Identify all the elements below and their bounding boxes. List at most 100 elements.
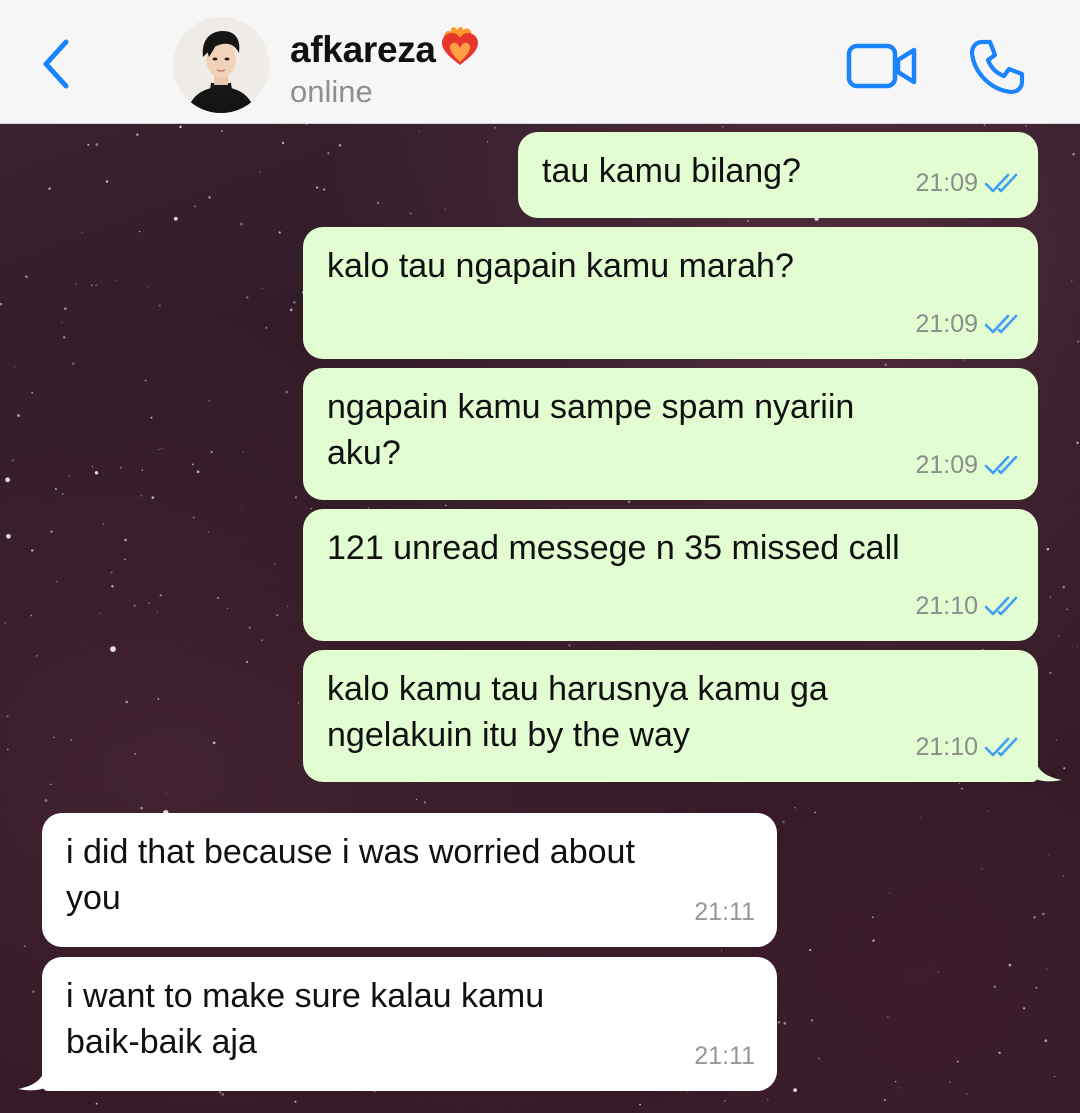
star: [196, 470, 200, 474]
star: [240, 222, 243, 226]
message-meta: 21:10: [915, 724, 1024, 770]
contact-status: online: [290, 74, 373, 109]
message-meta: 21:09: [915, 301, 1024, 347]
message-time: 21:09: [915, 169, 978, 197]
star: [185, 639, 187, 641]
star: [494, 126, 497, 129]
star: [240, 509, 242, 511]
message-bubble-outgoing[interactable]: 121 unread messege n 35 missed call 21:1…: [303, 509, 1038, 641]
star: [133, 752, 137, 756]
star: [151, 496, 155, 499]
message-time: 21:11: [694, 898, 755, 926]
star: [53, 736, 55, 739]
star: [958, 782, 960, 784]
star: [30, 549, 34, 552]
contact-name[interactable]: afkareza: [290, 24, 483, 71]
star: [123, 558, 126, 561]
message-bubble-incoming[interactable]: i want to make sure kalau kamu baik-baik…: [18, 957, 777, 1091]
star: [136, 133, 139, 136]
star: [871, 916, 874, 919]
star: [1049, 671, 1052, 674]
star: [246, 296, 249, 299]
star: [165, 792, 168, 795]
star: [25, 275, 28, 278]
star: [1072, 152, 1075, 156]
star: [11, 459, 14, 462]
star: [1077, 340, 1080, 343]
star: [191, 463, 194, 466]
star: [1076, 645, 1078, 648]
chevron-left-icon: [43, 39, 69, 89]
star: [261, 287, 263, 290]
star: [7, 748, 9, 751]
star: [216, 596, 220, 600]
star: [423, 801, 427, 804]
bubble-tail: [1034, 754, 1062, 782]
video-call-button[interactable]: [842, 36, 922, 96]
star: [158, 448, 160, 451]
message-meta: 21:10: [915, 583, 1024, 629]
star: [1008, 963, 1012, 967]
star: [783, 1022, 786, 1025]
star: [68, 475, 70, 477]
message-text: ngapain kamu sampe spam nyariin: [327, 388, 855, 426]
star: [141, 469, 144, 472]
message-bubble-outgoing[interactable]: ngapain kamu sampe spam nyariin aku? 21:…: [303, 368, 1038, 500]
star: [192, 516, 195, 519]
star: [1062, 875, 1064, 877]
star: [887, 1016, 889, 1018]
star: [1023, 1007, 1026, 1010]
star: [1041, 912, 1045, 916]
star: [0, 302, 3, 306]
star: [5, 477, 11, 483]
star: [173, 216, 178, 221]
star: [147, 286, 149, 288]
star: [310, 507, 312, 510]
star: [61, 321, 63, 324]
star: [297, 702, 300, 704]
star: [208, 531, 210, 533]
star: [70, 739, 72, 741]
star: [140, 806, 143, 810]
star: [920, 816, 922, 819]
star: [415, 798, 418, 801]
star: [809, 948, 812, 952]
star: [888, 892, 891, 894]
message-text: kalo kamu tau harusnya kamu ga: [327, 670, 828, 708]
star: [218, 1091, 222, 1094]
message-bubble-incoming[interactable]: i did that because i was worried about y…: [42, 813, 777, 947]
back-button[interactable]: [30, 32, 80, 96]
star: [1047, 854, 1049, 856]
star: [1049, 596, 1051, 598]
avatar[interactable]: [173, 17, 269, 113]
star: [305, 124, 308, 125]
star: [17, 414, 20, 417]
star: [293, 301, 296, 304]
star: [1033, 916, 1036, 919]
star: [289, 308, 293, 312]
star: [965, 1093, 968, 1096]
message-bubble-outgoing[interactable]: kalo tau ngapain kamu marah? 21:09: [303, 227, 1038, 359]
message-bubble-outgoing[interactable]: kalo kamu tau harusnya kamu ga ngelakuin…: [303, 650, 1062, 782]
bubble-tail: [18, 1063, 46, 1091]
star: [61, 493, 64, 496]
star: [157, 697, 160, 700]
star: [445, 504, 447, 507]
star: [961, 787, 963, 790]
message-time: 21:09: [915, 310, 978, 338]
message-bubble-outgoing[interactable]: tau kamu bilang? 21:09: [518, 132, 1038, 218]
star: [883, 1098, 887, 1102]
star: [338, 143, 342, 147]
voice-call-button[interactable]: [962, 32, 1032, 102]
double-check-read-icon: [984, 596, 1018, 616]
star: [409, 212, 412, 215]
star: [261, 639, 264, 642]
star: [32, 990, 35, 993]
message-meta: 21:09: [915, 442, 1024, 488]
star: [898, 1087, 901, 1089]
star: [72, 362, 75, 365]
phone-icon: [969, 39, 1025, 95]
star: [156, 612, 158, 614]
star: [140, 495, 143, 497]
star: [13, 365, 16, 368]
